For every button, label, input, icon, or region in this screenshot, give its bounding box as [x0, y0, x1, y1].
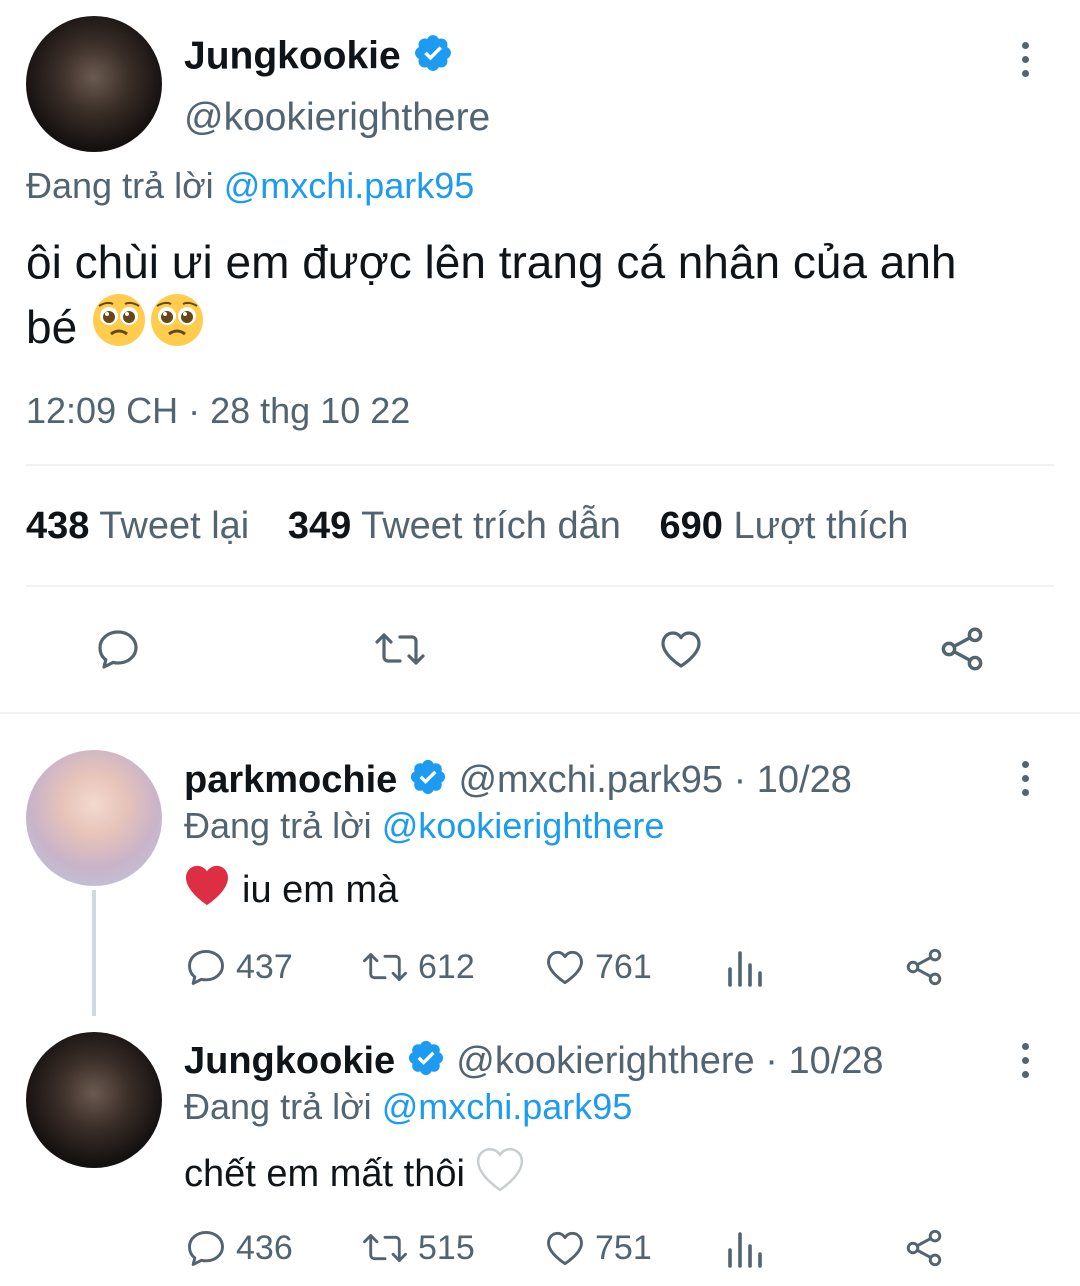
timestamp[interactable]: 12:09 CH · 28 thg 10 22: [26, 390, 410, 432]
more-options-icon[interactable]: [1018, 42, 1032, 84]
author-display-name[interactable]: Jungkookie: [184, 32, 454, 84]
share-icon[interactable]: [902, 1225, 946, 1271]
reply-handle[interactable]: @kookierighthere: [456, 1040, 754, 1082]
retweet-icon: [363, 953, 407, 981]
tweet-text: ôi chùi ưi em được lên trang cá nhân của…: [26, 232, 1076, 362]
analytics-icon[interactable]: [724, 945, 764, 989]
divider: [26, 585, 1054, 587]
like-count: 761: [595, 947, 652, 986]
white-heart-icon: [475, 1146, 525, 1202]
quotes-stat[interactable]: 349 Tweet trích dẫn: [288, 505, 621, 547]
retweets-stat[interactable]: 438 Tweet lại: [26, 505, 249, 547]
reply-text: iu em mà: [184, 864, 398, 916]
reply-prefix: Đang trả lời: [26, 165, 214, 206]
more-options-icon[interactable]: [1018, 1043, 1032, 1085]
share-icon[interactable]: [902, 944, 946, 990]
replying-to: Đang trả lời @mxchi.park95: [26, 165, 474, 207]
like-icon: [547, 1231, 583, 1266]
reply-to-mention[interactable]: @mxchi.park95: [224, 165, 475, 206]
verified-badge-icon: [406, 1038, 446, 1088]
reply-icon: [188, 949, 224, 985]
tweet-stats: 438 Tweet lại 349 Tweet trích dẫn 690 Lư…: [26, 505, 908, 548]
reply-text-content: iu em mà: [242, 868, 399, 911]
more-options-icon[interactable]: [1018, 761, 1032, 803]
reply-display-name[interactable]: Jungkookie: [184, 1040, 395, 1082]
retweet-action[interactable]: 515: [360, 1226, 475, 1270]
divider: [0, 712, 1080, 714]
reply-text: chết em mất thôi: [184, 1146, 525, 1202]
reply-date[interactable]: · 10/28: [765, 1040, 883, 1082]
like-icon: [547, 950, 583, 985]
avatar[interactable]: [26, 750, 162, 886]
likes-stat[interactable]: 690 Lượt thích: [659, 505, 908, 547]
avatar[interactable]: [26, 1032, 162, 1168]
verified-badge-icon: [408, 757, 448, 807]
retweet-action[interactable]: 612: [360, 945, 475, 989]
share-icon[interactable]: [936, 623, 988, 675]
author-name-text: Jungkookie: [184, 34, 401, 78]
retweet-icon[interactable]: [372, 625, 428, 673]
reply-count: 437: [236, 947, 293, 986]
retweet-count: 612: [418, 947, 475, 986]
red-heart-icon: [184, 864, 230, 916]
reply-header: Jungkookie @kookierighthere · 10/28: [184, 1038, 884, 1088]
reply-header: parkmochie @mxchi.park95 · 10/28: [184, 757, 852, 807]
reply-display-name[interactable]: parkmochie: [184, 759, 397, 801]
reply-action[interactable]: 437: [184, 945, 293, 989]
like-icon[interactable]: [656, 625, 706, 673]
author-handle[interactable]: @kookierighthere: [184, 96, 490, 140]
replying-to: Đang trả lời @kookierighthere: [184, 805, 665, 846]
reply-count: 436: [236, 1228, 293, 1267]
divider: [26, 464, 1054, 466]
reply-action[interactable]: 436: [184, 1226, 293, 1270]
thread-line: [92, 890, 96, 1016]
retweet-count: 515: [418, 1228, 475, 1267]
reply-handle[interactable]: @mxchi.park95: [458, 759, 723, 801]
like-count: 751: [595, 1228, 652, 1267]
tweet-text-line-2: bé: [26, 301, 78, 353]
pleading-face-icon: [149, 292, 205, 362]
like-action[interactable]: 761: [543, 945, 652, 989]
verified-badge-icon: [412, 32, 454, 84]
avatar[interactable]: [26, 16, 162, 152]
reply-text-content: chết em mất thôi: [184, 1152, 465, 1195]
reply-icon[interactable]: [94, 625, 142, 673]
tweet-text-line-1: ôi chùi ưi em được lên trang cá nhân của…: [26, 236, 957, 288]
analytics-icon[interactable]: [724, 1226, 764, 1270]
like-action[interactable]: 751: [543, 1226, 652, 1270]
retweet-icon: [363, 1234, 407, 1262]
replying-to: Đang trả lời @mxchi.park95: [184, 1086, 633, 1127]
reply-to-mention[interactable]: @mxchi.park95: [382, 1086, 633, 1127]
pleading-face-icon: [91, 292, 147, 362]
reply-date[interactable]: · 10/28: [734, 759, 852, 801]
reply-icon: [188, 1230, 224, 1266]
reply-to-mention[interactable]: @kookierighthere: [382, 805, 665, 846]
